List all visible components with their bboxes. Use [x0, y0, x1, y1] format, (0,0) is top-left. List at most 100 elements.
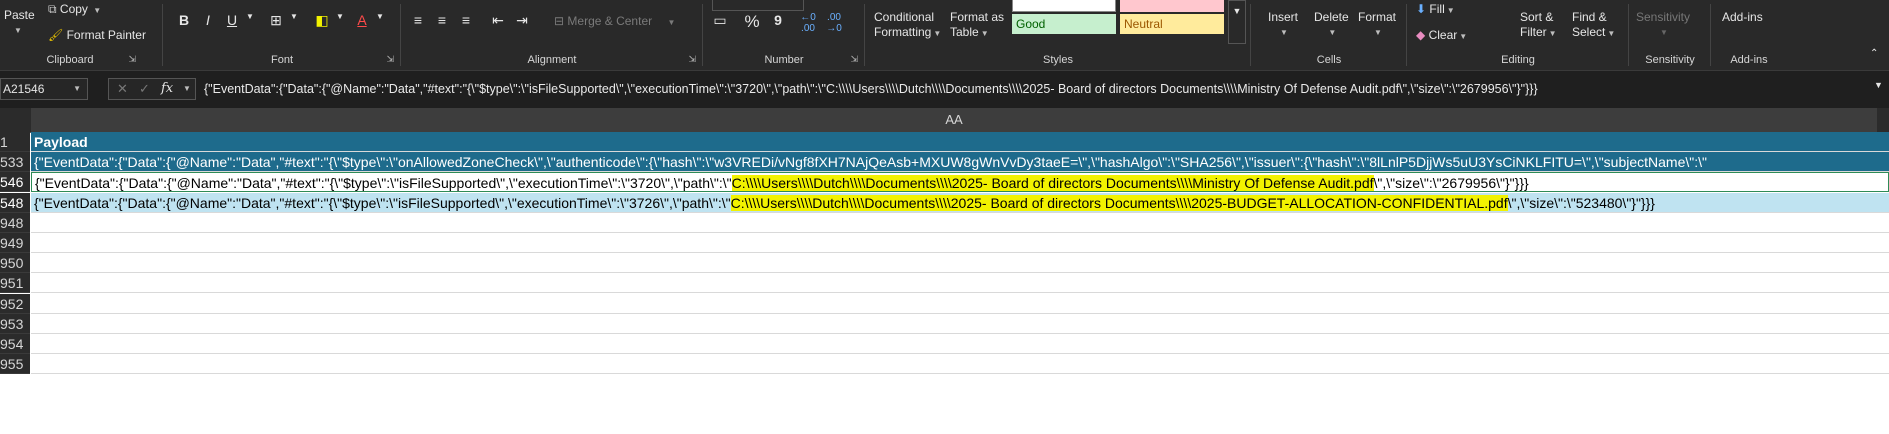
worksheet-grid: AA 1 Payload 533 {"EventData":{"Data":{"@Na…: [0, 108, 1889, 434]
decrease-indent-icon[interactable]: ⇤: [488, 12, 508, 32]
copy-label: Copy: [59, 2, 88, 16]
row-header[interactable]: 949: [0, 233, 30, 253]
addins-label: Add-ins: [1722, 10, 1763, 24]
chevron-down-icon: ▼: [1607, 29, 1616, 38]
table-row: 950: [0, 253, 1889, 274]
payload-cell[interactable]: [31, 334, 1889, 354]
decrease-decimal-icon[interactable]: .00 →0: [824, 12, 844, 34]
column-header-aa[interactable]: AA: [31, 108, 1877, 132]
cancel-icon[interactable]: ✕: [117, 79, 128, 99]
percent-button[interactable]: %: [742, 12, 762, 32]
paste-button[interactable]: Paste ▼: [4, 8, 35, 36]
underline-button[interactable]: U: [222, 12, 242, 32]
fill-color-dropdown[interactable]: ▼: [330, 12, 350, 32]
italic-button[interactable]: I: [198, 12, 218, 32]
enter-icon[interactable]: ✓: [139, 79, 150, 99]
style-neutral[interactable]: Neutral: [1120, 14, 1224, 34]
fill-button[interactable]: ⬇ Fill ▼: [1416, 2, 1455, 16]
font-group-label: Font: [270, 54, 293, 66]
font-color-dropdown[interactable]: ▼: [370, 12, 390, 32]
align-right-icon[interactable]: ≡: [456, 12, 476, 32]
currency-icon[interactable]: ▭: [710, 12, 730, 32]
clear-button[interactable]: ◆ Clear ▼: [1416, 28, 1467, 42]
increase-indent-icon[interactable]: ⇥: [512, 12, 532, 32]
sensitivity-button[interactable]: Sensitivity ▼: [1636, 10, 1690, 38]
merge-center-button[interactable]: ⊟ Merge & Center ▼: [554, 14, 675, 28]
row-header[interactable]: 955: [0, 354, 30, 375]
insert-button[interactable]: Insert ▼: [1268, 10, 1298, 38]
payload-cell[interactable]: [31, 212, 1889, 233]
table-row: 952: [0, 293, 1889, 314]
payload-cell[interactable]: [31, 253, 1889, 274]
payload-cell[interactable]: [31, 273, 1889, 294]
borders-icon[interactable]: ⊞: [266, 12, 286, 32]
payload-cell[interactable]: [31, 354, 1889, 375]
conditional-formatting-button[interactable]: Conditional Formatting ▼: [874, 10, 941, 41]
payload-cell[interactable]: Payload: [31, 132, 1889, 152]
cell-text-suffix: \",\"size\":\"2679956\"}"}}}: [1373, 175, 1529, 192]
row-header[interactable]: 952: [0, 293, 30, 314]
styles-group: Conditional Formatting ▼ Format as Table ▼…: [868, 0, 1248, 70]
increase-decimal-icon[interactable]: ←0.00: [798, 12, 818, 34]
align-left-icon[interactable]: ≡: [408, 12, 428, 32]
align-center-icon[interactable]: ≡: [432, 12, 452, 32]
bold-button[interactable]: B: [174, 12, 194, 32]
payload-cell[interactable]: [31, 293, 1889, 314]
find-select-button[interactable]: Find & Select ▼: [1572, 10, 1615, 41]
chevron-down-icon: ▼: [1328, 28, 1337, 37]
row-header[interactable]: 548: [0, 192, 30, 213]
dialog-launcher-icon[interactable]: ⇲: [850, 54, 858, 65]
addins-button[interactable]: Add-ins: [1722, 10, 1763, 24]
select-all-corner[interactable]: [0, 108, 30, 132]
font-color-icon[interactable]: A: [352, 12, 372, 32]
row-header[interactable]: 546: [0, 172, 30, 193]
payload-cell[interactable]: {"EventData":{"Data":{"@Name":"Data","#t…: [31, 192, 1889, 213]
format-as-table-button[interactable]: Format as Table ▼: [950, 10, 1004, 41]
row-header[interactable]: 1: [0, 132, 30, 152]
number-format-dropdown[interactable]: [712, 0, 804, 11]
delete-button[interactable]: Delete ▼: [1314, 10, 1349, 38]
editing-group: ⬇ Fill ▼ ◆ Clear ▼ Sort & Filter ▼ Find & S…: [1410, 0, 1626, 70]
fill-color-icon[interactable]: ◧: [312, 12, 332, 32]
style-bad[interactable]: [1120, 0, 1224, 12]
row-header[interactable]: 948: [0, 212, 30, 233]
row-header[interactable]: 953: [0, 313, 30, 334]
style-normal[interactable]: [1012, 0, 1116, 12]
formula-input[interactable]: {"EventData":{"Data":{"@Name":"Data","#t…: [204, 78, 1869, 100]
sort-filter-button[interactable]: Sort & Filter ▼: [1520, 10, 1557, 41]
style-good[interactable]: Good: [1012, 14, 1116, 34]
collapse-ribbon-icon[interactable]: ⌃: [1870, 48, 1878, 59]
payload-cell[interactable]: {"EventData":{"Data":{"@Name":"Data","#t…: [31, 172, 1889, 193]
alignment-group: ≡ ≡ ≡ ⇤ ⇥ ⊟ Merge & Center ▼ Alignment ⇲: [404, 0, 700, 70]
merge-icon: ⊟: [554, 14, 565, 28]
clear-label: Clear: [1428, 28, 1458, 42]
delete-label: Delete: [1314, 10, 1349, 24]
fill-label: Fill: [1429, 2, 1445, 16]
copy-button[interactable]: ⧉ Copy ▼: [48, 2, 101, 17]
row-header[interactable]: 954: [0, 334, 30, 354]
table-row: 548 {"EventData":{"Data":{"@Name":"Data",…: [0, 192, 1889, 213]
borders-dropdown[interactable]: ▼: [284, 12, 304, 32]
comma-button[interactable]: 9: [768, 12, 788, 32]
row-header[interactable]: 533: [0, 152, 30, 173]
underline-dropdown[interactable]: ▼: [240, 12, 260, 32]
format-button[interactable]: Format ▼: [1358, 10, 1396, 38]
styles-group-label: Styles: [1043, 54, 1073, 66]
cell-text: {"EventData":{"Data":{"@Name":"Data","#t…: [34, 154, 1707, 171]
name-box[interactable]: A21546 ▼: [0, 78, 88, 100]
payload-cell[interactable]: {"EventData":{"Data":{"@Name":"Data","#t…: [31, 152, 1889, 173]
dialog-launcher-icon[interactable]: ⇲: [386, 54, 394, 65]
chevron-down-icon: ▼: [183, 84, 191, 93]
table-row: 1 Payload: [0, 132, 1889, 152]
dialog-launcher-icon[interactable]: ⇲: [688, 54, 696, 65]
styles-more-button[interactable]: ▼: [1228, 0, 1246, 44]
dialog-launcher-icon[interactable]: ⇲: [128, 54, 136, 65]
format-painter-button[interactable]: 🖌 Format Painter: [48, 28, 146, 42]
insert-function-button[interactable]: fx: [161, 79, 173, 99]
row-header[interactable]: 950: [0, 253, 30, 274]
expand-formula-bar-icon[interactable]: ▼: [1874, 80, 1883, 90]
payload-cell[interactable]: [31, 313, 1889, 334]
payload-cell[interactable]: [31, 233, 1889, 253]
formula-controls: ✕ ✓ fx ▼: [108, 78, 196, 100]
row-header[interactable]: 951: [0, 273, 30, 294]
